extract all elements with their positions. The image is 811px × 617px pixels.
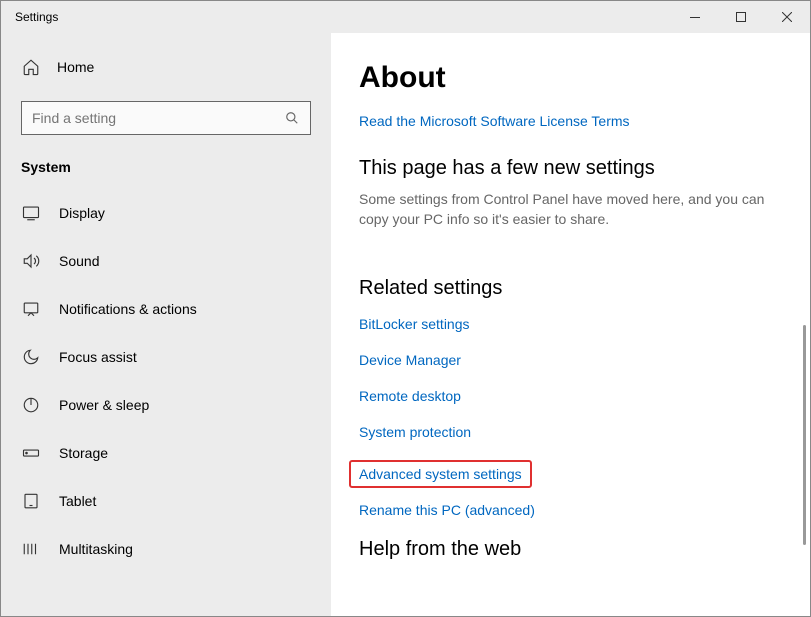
window-controls <box>672 1 810 33</box>
sidebar-item-storage[interactable]: Storage <box>1 429 331 477</box>
sidebar-item-notifications[interactable]: Notifications & actions <box>1 285 331 333</box>
titlebar: Settings <box>1 1 810 33</box>
help-from-web-heading: Help from the web <box>359 538 788 561</box>
nav-label: Display <box>59 205 105 221</box>
minimize-button[interactable] <box>672 1 718 33</box>
focus-assist-icon <box>21 348 41 366</box>
power-icon <box>21 396 41 414</box>
sound-icon <box>21 252 41 270</box>
home-icon <box>21 58 41 76</box>
search-field[interactable] <box>32 110 284 126</box>
sidebar-item-sound[interactable]: Sound <box>1 237 331 285</box>
sidebar: Home System Display Sound Notifications … <box>1 33 331 616</box>
nav-label: Sound <box>59 253 99 269</box>
device-manager-link[interactable]: Device Manager <box>359 352 788 368</box>
remote-desktop-link[interactable]: Remote desktop <box>359 388 788 404</box>
search-input[interactable] <box>21 101 311 135</box>
tablet-icon <box>21 492 41 510</box>
maximize-button[interactable] <box>718 1 764 33</box>
home-label: Home <box>57 59 94 75</box>
sidebar-item-multitasking[interactable]: Multitasking <box>1 525 331 573</box>
system-protection-link[interactable]: System protection <box>359 424 788 440</box>
sidebar-item-focus-assist[interactable]: Focus assist <box>1 333 331 381</box>
scrollbar-thumb[interactable] <box>803 325 806 545</box>
nav-label: Notifications & actions <box>59 301 197 317</box>
multitasking-icon <box>21 540 41 558</box>
sidebar-item-tablet[interactable]: Tablet <box>1 477 331 525</box>
bitlocker-link[interactable]: BitLocker settings <box>359 316 788 332</box>
nav-label: Focus assist <box>59 349 137 365</box>
window-title: Settings <box>1 10 58 24</box>
nav-label: Multitasking <box>59 541 133 557</box>
nav-label: Storage <box>59 445 108 461</box>
section-title: System <box>1 153 331 189</box>
nav-label: Power & sleep <box>59 397 149 413</box>
sidebar-item-power-sleep[interactable]: Power & sleep <box>1 381 331 429</box>
content-area: About Read the Microsoft Software Licens… <box>331 33 810 616</box>
nav-label: Tablet <box>59 493 96 509</box>
display-icon <box>21 204 41 222</box>
related-settings-heading: Related settings <box>359 277 788 300</box>
notifications-icon <box>21 300 41 318</box>
close-button[interactable] <box>764 1 810 33</box>
advanced-system-settings-link[interactable]: Advanced system settings <box>359 466 522 482</box>
sidebar-item-display[interactable]: Display <box>1 189 331 237</box>
license-terms-link[interactable]: Read the Microsoft Software License Term… <box>359 113 630 129</box>
search-icon <box>284 111 300 125</box>
page-title: About <box>359 61 788 95</box>
storage-icon <box>21 444 41 462</box>
new-settings-heading: This page has a few new settings <box>359 157 788 180</box>
home-nav[interactable]: Home <box>1 45 331 89</box>
advanced-system-settings-highlight: Advanced system settings <box>349 460 532 488</box>
new-settings-description: Some settings from Control Panel have mo… <box>359 190 779 229</box>
rename-pc-link[interactable]: Rename this PC (advanced) <box>359 502 788 518</box>
